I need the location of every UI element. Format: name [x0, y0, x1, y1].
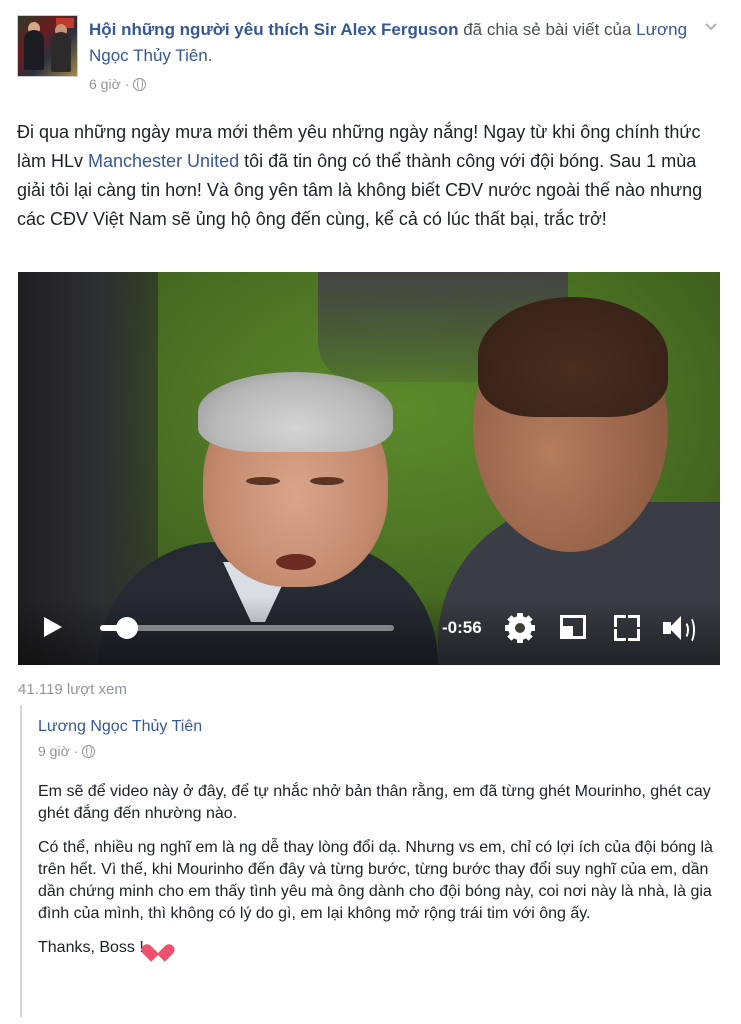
shared-post-body: Em sẽ để video này ở đây, để tự nhắc nhở… [38, 781, 728, 971]
volume-wave [683, 616, 695, 644]
chevron-down-icon[interactable] [704, 20, 718, 34]
globe-icon [82, 744, 96, 758]
avatar-figure [24, 30, 44, 70]
shared-post-author[interactable]: Lương Ngọc Thủy Tiên [38, 718, 202, 736]
shared-post: Lương Ngọc Thủy Tiên 9 giờ · Em sẽ để vi… [20, 705, 737, 1017]
post-body: Đi qua những ngày mưa mới thêm yêu những… [17, 118, 729, 234]
fullscreen-corner [614, 629, 626, 641]
video-person-eye [310, 477, 344, 485]
fullscreen-corner [628, 629, 640, 641]
progress-bar[interactable] [100, 625, 394, 631]
thanks-text: Thanks, Boss ! [38, 939, 144, 956]
manchester-united-link[interactable]: Manchester United [88, 151, 239, 171]
video-person-hair [478, 297, 668, 417]
video-person-hair [198, 372, 393, 452]
video-person-mouth [276, 554, 316, 570]
header-period: . [207, 46, 213, 65]
post-header: Hội những người yêu thích Sir Alex Fergu… [89, 17, 699, 69]
post-time[interactable]: 6 giờ · [89, 76, 129, 92]
heart-icon [148, 937, 168, 955]
view-count: 41.119 lượt xem [18, 681, 127, 698]
gear-center [515, 623, 525, 633]
fullscreen-corner [628, 615, 640, 627]
volume-icon[interactable] [663, 613, 697, 644]
shared-post-time[interactable]: 9 giờ · [38, 743, 78, 759]
shared-paragraph: Em sẽ để video này ở đây, để tự nhắc nhở… [38, 783, 711, 822]
globe-icon [133, 77, 147, 91]
time-remaining: -0:56 [442, 618, 482, 637]
post-meta: 6 giờ · [89, 76, 147, 92]
progress-knob[interactable] [116, 617, 138, 639]
post-card: Hội những người yêu thích Sir Alex Fergu… [0, 0, 741, 1024]
fullscreen-corner [614, 615, 626, 627]
video-player[interactable]: -0:56 [18, 272, 720, 665]
miniplayer-icon[interactable] [560, 615, 586, 639]
fullscreen-icon[interactable] [614, 615, 640, 641]
video-person-eye [246, 477, 280, 485]
page-avatar[interactable] [17, 15, 78, 77]
shared-post-meta: 9 giờ · [38, 743, 96, 759]
play-icon[interactable] [44, 617, 62, 637]
shared-paragraph: Có thể, nhiều ng nghĩ em là ng dễ thay l… [38, 839, 713, 922]
shared-text: đã chia sẻ bài viết của [463, 20, 632, 39]
page-name-link[interactable]: Hội những người yêu thích Sir Alex Fergu… [89, 20, 458, 39]
gear-icon[interactable] [505, 613, 535, 643]
avatar-figure [51, 32, 71, 72]
shared-paragraph-last: Thanks, Boss ! [38, 937, 728, 959]
